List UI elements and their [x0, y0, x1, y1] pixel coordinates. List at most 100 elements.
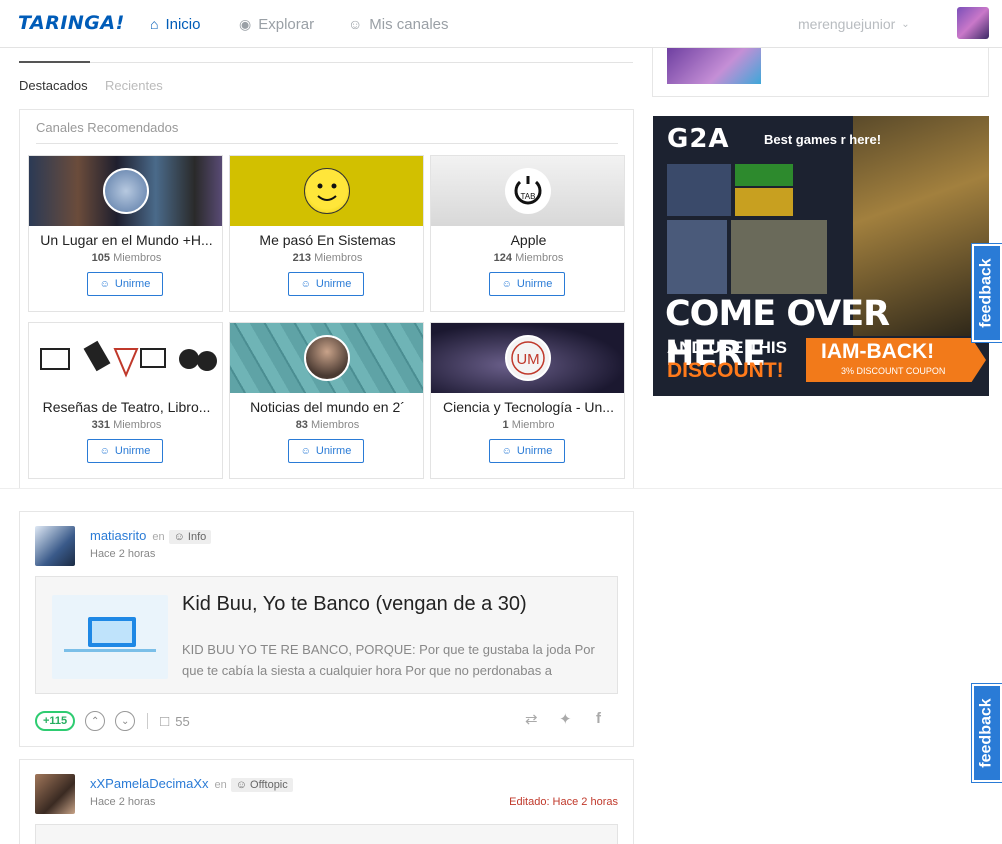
taringa-logo[interactable]: TARINGA!	[18, 12, 125, 34]
post-time: Hace 2 horas	[90, 548, 156, 560]
post-channel-tag[interactable]: ☺ Offtopic	[230, 778, 293, 792]
post-card: xXPamelaDecimaXx en ☺ Offtopic Hace 2 hora…	[19, 759, 634, 844]
post-preview[interactable]	[35, 824, 618, 844]
nav-explorar[interactable]: ◉ Explorar	[239, 0, 314, 48]
join-button[interactable]: ☺ Unirme	[87, 272, 163, 296]
join-button[interactable]: ☺ Unirme	[489, 439, 565, 463]
svg-text:TAB: TAB	[521, 192, 536, 201]
username: merenguejunior	[798, 16, 896, 32]
join-icon: ☺	[99, 445, 110, 457]
sidebar-card[interactable]	[652, 47, 989, 97]
join-button[interactable]: ☺ Unirme	[87, 439, 163, 463]
ad-coupon-sub: 3% DISCOUNT COUPON	[841, 366, 946, 376]
post-score: +115	[35, 711, 76, 731]
channel-members: 331 Miembros	[91, 419, 162, 431]
channel-card[interactable]: Reseñas de Teatro, Libro... 331 Miembros…	[28, 322, 223, 479]
channel-avatar	[304, 335, 350, 381]
twitter-icon[interactable]: ✦	[559, 710, 572, 728]
svg-text:UM: UM	[516, 351, 539, 368]
channel-name[interactable]: Noticias del mundo en 2´	[230, 399, 423, 415]
channel-name[interactable]: Ciencia y Tecnología - Un...	[431, 399, 624, 415]
post-preview[interactable]: Kid Buu, Yo te Banco (vengan de a 30) KI…	[35, 576, 618, 694]
section-divider	[0, 488, 1002, 489]
post-author-avatar[interactable]	[35, 526, 75, 566]
post-author-avatar[interactable]	[35, 774, 75, 814]
user-menu[interactable]: merenguejunior ⌄	[798, 0, 910, 48]
join-button[interactable]: ☺ Unirme	[288, 272, 364, 296]
channel-members: 105 Miembros	[91, 252, 162, 264]
tab-recientes[interactable]: Recientes	[105, 78, 163, 93]
channel-members: 213 Miembros	[292, 252, 363, 264]
join-icon: ☺	[501, 445, 512, 457]
post-edited: Editado: Hace 2 horas	[509, 796, 618, 808]
join-button[interactable]: ☺ Unirme	[288, 439, 364, 463]
feedback-tab[interactable]: feedback	[971, 683, 1002, 783]
post-title[interactable]: Kid Buu, Yo te Banco (vengan de a 30)	[182, 593, 527, 616]
channel-members: 83 Miembros	[295, 419, 360, 431]
feedback-tab[interactable]: feedback	[971, 243, 1002, 343]
facebook-icon[interactable]: f	[596, 710, 601, 727]
post-time: Hace 2 horas	[90, 796, 156, 808]
g2a-logo: G2A	[667, 124, 730, 154]
post-thumbnail	[52, 595, 168, 679]
channels-title: Canales Recomendados	[36, 120, 179, 135]
compass-icon: ◉	[239, 15, 252, 32]
ad-line2: AND USE THIS	[667, 338, 787, 357]
post-author-name[interactable]: xXPamelaDecimaXx	[90, 776, 209, 791]
post-channel-tag[interactable]: ☺ Info	[168, 530, 212, 544]
channel-members: 124 Miembros	[493, 252, 564, 264]
upvote-button[interactable]: ⌃	[85, 711, 106, 731]
channel-card[interactable]: UM Ciencia y Tecnología - Un... 1 Miembr…	[430, 322, 625, 479]
channel-card[interactable]: TAB Apple 124 Miembros ☺ Unirme	[430, 155, 625, 312]
join-icon: ☺	[99, 278, 110, 290]
downvote-button[interactable]: ⌄	[115, 711, 136, 731]
channel-name[interactable]: Reseñas de Teatro, Libro...	[29, 399, 222, 415]
ad-game-covers	[667, 164, 827, 294]
post-actions: +115 ⌃ ⌄ □ 55 ⇄ ✦ f	[35, 710, 618, 732]
chevron-down-icon: ⌄	[901, 18, 910, 30]
sidebar-card-image	[667, 47, 761, 84]
home-icon: ⌂	[150, 16, 159, 32]
tab-destacados[interactable]: Destacados	[19, 78, 88, 93]
ad-line3: DISCOUNT!	[667, 359, 784, 382]
user-avatar[interactable]	[957, 7, 989, 39]
nav-inicio[interactable]: ⌂ Inicio	[150, 0, 201, 48]
channel-name[interactable]: Me pasó En Sistemas	[230, 232, 423, 248]
tabs-divider	[19, 61, 633, 63]
post-author: matiasrito en ☺ Info	[90, 528, 212, 544]
channel-card[interactable]: Un Lugar en el Mundo +H... 105 Miembros …	[28, 155, 223, 312]
top-navbar: TARINGA! ⌂ Inicio ◉ Explorar ☺ Mis canal…	[0, 0, 1002, 48]
channel-card[interactable]: Me pasó En Sistemas 213 Miembros ☺ Unirme	[229, 155, 424, 312]
nav-mis-canales-label: Mis canales	[369, 15, 449, 33]
channel-name[interactable]: Un Lugar en el Mundo +H...	[29, 232, 222, 248]
channel-card[interactable]: Noticias del mundo en 2´ 83 Miembros ☺ Un…	[229, 322, 424, 479]
channel-name[interactable]: Apple	[431, 232, 624, 248]
channel-members: 1 Miembro	[502, 419, 555, 431]
ad-tagline: Best games r here!	[764, 132, 882, 147]
um-logo-icon: UM	[505, 335, 551, 381]
g2a-advertisement[interactable]: G2A Best games r here! COME OVER HERE AN…	[653, 116, 989, 396]
theater-icons	[40, 340, 217, 378]
channels-icon: ☺	[348, 16, 363, 32]
post-author: xXPamelaDecimaXx en ☺ Offtopic	[90, 776, 293, 792]
apple-tab-icon: TAB	[505, 168, 551, 214]
channel-cover	[29, 323, 222, 393]
join-icon: ☺	[300, 278, 311, 290]
post-excerpt: KID BUU YO TE RE BANCO, PORQUE: Por que …	[182, 642, 595, 678]
ad-coupon-code: IAM-BACK!	[821, 340, 935, 363]
nav-explorar-label: Explorar	[258, 15, 315, 33]
join-icon: ☺	[501, 278, 512, 290]
comments-button[interactable]: □ 55	[160, 713, 190, 730]
join-icon: ☺	[300, 445, 311, 457]
comment-icon: □	[160, 712, 170, 730]
post-author-name[interactable]: matiasrito	[90, 528, 146, 543]
nav-inicio-label: Inicio	[165, 15, 201, 33]
recommended-channels: Canales Recomendados Un Lugar en el Mund…	[19, 109, 634, 489]
repost-icon[interactable]: ⇄	[525, 710, 538, 728]
post-card: matiasrito en ☺ Info Hace 2 horas Kid Buu,…	[19, 511, 634, 747]
nav-mis-canales[interactable]: ☺ Mis canales	[348, 0, 449, 48]
ad-coupon: IAM-BACK! 3% DISCOUNT COUPON	[806, 338, 986, 382]
channel-avatar	[103, 168, 149, 214]
smiley-icon	[304, 168, 350, 214]
join-button[interactable]: ☺ Unirme	[489, 272, 565, 296]
